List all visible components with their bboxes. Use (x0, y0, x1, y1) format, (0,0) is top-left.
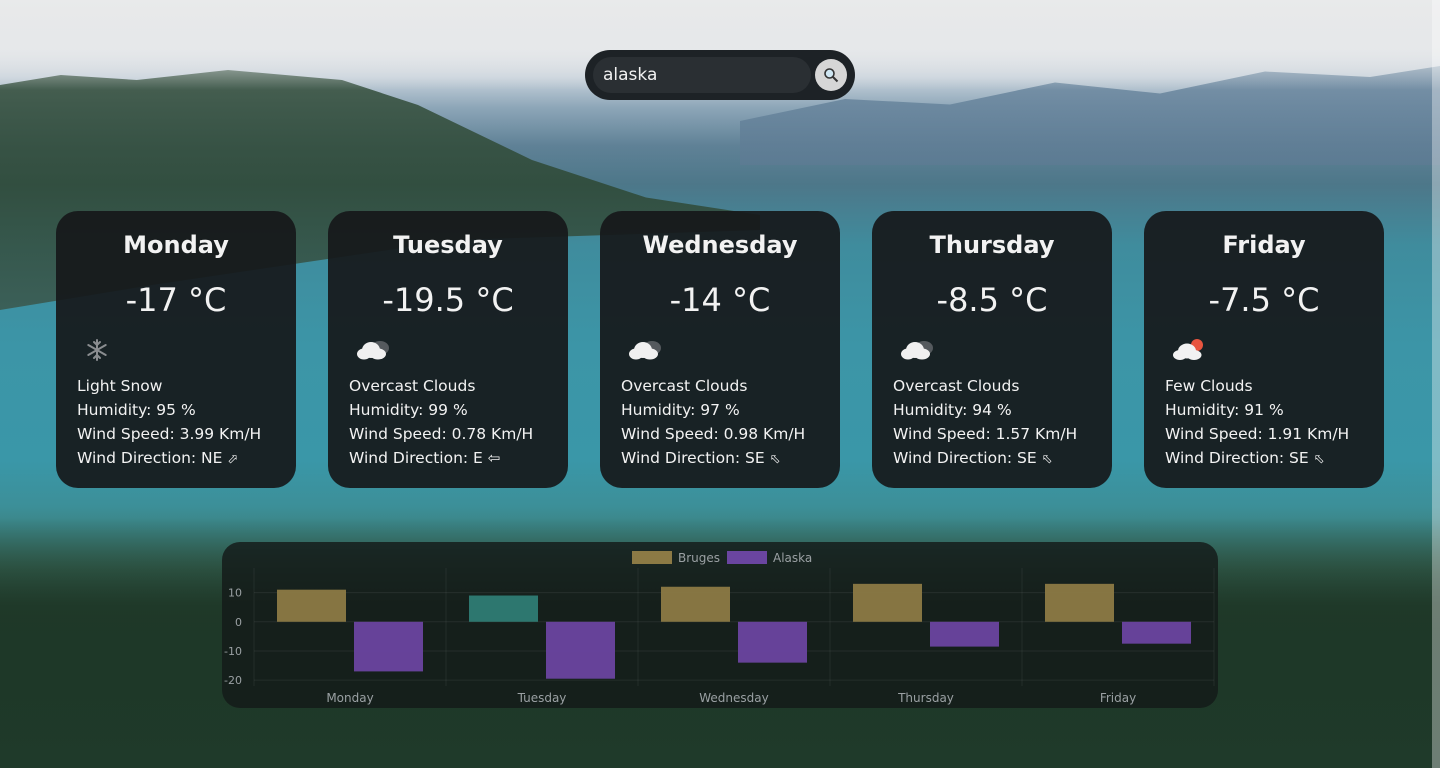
search-icon (824, 68, 839, 83)
card-wind-speed: Wind Speed: 0.98 Km/H (621, 425, 806, 443)
cloud-icon (628, 337, 664, 363)
card-wind-speed: Wind Speed: 3.99 Km/H (77, 425, 262, 443)
forecast-card-tuesday: Tuesday -19.5 °C Overcast Clouds Humidit… (328, 211, 568, 488)
x-tick-label: Wednesday (699, 691, 768, 705)
card-temperature: -7.5 °C (1208, 281, 1320, 319)
card-humidity: Humidity: 91 % (1165, 401, 1284, 419)
bar-alaska-wednesday (738, 621, 807, 663)
bar-bruges-wednesday (661, 586, 730, 622)
card-wind-speed: Wind Speed: 1.91 Km/H (1165, 425, 1350, 443)
temperature-chart-panel: 10 0 -10 -20 Monday Tuesday Wednesday Thursday F… (222, 542, 1218, 708)
card-wind-direction: Wind Direction: SE (1165, 449, 1309, 467)
card-wind-direction: Wind Direction: NE (77, 449, 223, 467)
card-day: Wednesday (642, 231, 798, 259)
legend-swatch-alaska (727, 551, 767, 564)
cloud-icon (900, 337, 936, 363)
card-wind-direction: Wind Direction: SE (893, 449, 1037, 467)
bar-bruges-friday (1045, 583, 1114, 622)
card-day: Tuesday (393, 231, 503, 259)
card-wind-speed: Wind Speed: 0.78 Km/H (349, 425, 534, 443)
bar-bruges-tuesday (469, 595, 538, 622)
bar-bruges-monday (277, 589, 346, 622)
card-wind-direction: Wind Direction: SE (621, 449, 765, 467)
card-day: Thursday (929, 231, 1055, 259)
card-day: Friday (1222, 231, 1306, 259)
y-tick-label: -10 (224, 645, 242, 658)
card-temperature: -19.5 °C (382, 281, 514, 319)
y-tick-label: 10 (228, 587, 242, 600)
bar-alaska-tuesday (546, 621, 615, 679)
x-tick-label: Friday (1100, 691, 1136, 705)
legend-label-bruges: Bruges (678, 551, 720, 565)
window-edge (1432, 0, 1440, 768)
card-temperature: -17 °C (125, 281, 227, 319)
search-input[interactable] (593, 57, 811, 93)
x-tick-label: Monday (326, 691, 373, 705)
card-description: Light Snow (77, 377, 163, 395)
card-humidity: Humidity: 94 % (893, 401, 1012, 419)
y-tick-label: -20 (224, 674, 242, 687)
cloud-icon (356, 337, 392, 363)
card-wind-speed: Wind Speed: 1.57 Km/H (893, 425, 1078, 443)
card-wind-direction: Wind Direction: E (349, 449, 483, 467)
card-day: Monday (123, 231, 229, 259)
sun-cloud-icon (1172, 337, 1208, 363)
snow-icon (84, 337, 120, 363)
card-temperature: -14 °C (669, 281, 771, 319)
wind-arrow-icon: ⇦ (487, 449, 501, 467)
forecast-card-monday: Monday -17 °C Light Snow Humidity: 95 % … (56, 211, 296, 488)
wind-arrow-icon: ⬁ (1313, 452, 1325, 467)
forecast-card-thursday: Thursday -8.5 °C Overcast Clouds Humidit… (872, 211, 1112, 488)
bar-bruges-thursday (853, 583, 922, 622)
card-description: Overcast Clouds (621, 377, 748, 395)
card-temperature: -8.5 °C (936, 281, 1048, 319)
search-bar (585, 50, 855, 100)
bar-alaska-friday (1122, 621, 1191, 644)
search-button[interactable] (815, 59, 847, 91)
card-humidity: Humidity: 95 % (77, 401, 196, 419)
card-humidity: Humidity: 97 % (621, 401, 740, 419)
card-description: Overcast Clouds (349, 377, 476, 395)
bar-alaska-thursday (930, 621, 999, 647)
bar-alaska-monday (354, 621, 423, 672)
forecast-card-wednesday: Wednesday -14 °C Overcast Clouds Humidit… (600, 211, 840, 488)
forecast-card-friday: Friday -7.5 °C Few Clouds Humidity: 91 %… (1144, 211, 1384, 488)
wind-arrow-icon: ⬀ (227, 452, 239, 467)
card-description: Overcast Clouds (893, 377, 1020, 395)
wind-arrow-icon: ⬁ (769, 452, 781, 467)
y-tick-label: 0 (235, 616, 242, 629)
x-tick-label: Thursday (897, 691, 954, 705)
wind-arrow-icon: ⬁ (1041, 452, 1053, 467)
card-description: Few Clouds (1165, 377, 1253, 395)
x-tick-label: Tuesday (517, 691, 567, 705)
legend-swatch-bruges (632, 551, 672, 564)
legend-label-alaska: Alaska (773, 551, 812, 565)
card-humidity: Humidity: 99 % (349, 401, 468, 419)
temperature-bar-chart: 10 0 -10 -20 Monday Tuesday Wednesday Thursday F… (224, 551, 1215, 705)
